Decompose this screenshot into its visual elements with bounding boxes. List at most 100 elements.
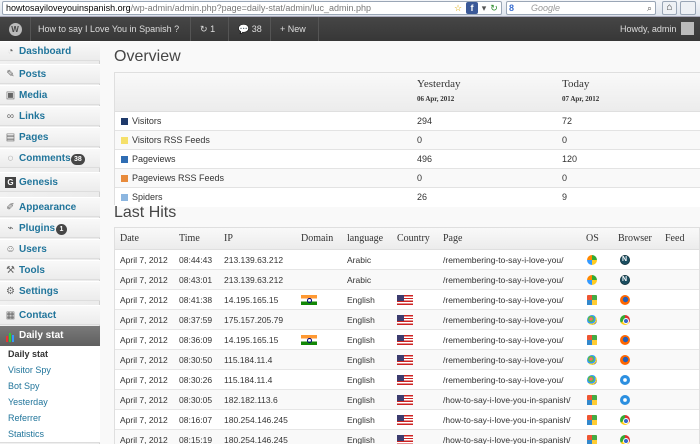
hit-page-link[interactable]: /how-to-say-i-love-you-in-spanish/ [443, 430, 571, 444]
divider [318, 17, 319, 41]
hit-language: English [347, 335, 375, 345]
sidebar-item-label: Posts [19, 69, 47, 80]
submenu-visitor-spy[interactable]: Visitor Spy [0, 362, 100, 378]
new-content-link[interactable]: + New [280, 17, 306, 41]
browser-toolbar: howtosayiloveyouinspanish.org/wp-admin/a… [0, 0, 700, 17]
wordpress-logo-icon[interactable]: W [6, 17, 24, 41]
updates-link[interactable]: ↻ 1 [200, 17, 215, 41]
submenu-referrer[interactable]: Referrer [0, 410, 100, 426]
magnifier-icon[interactable]: ⌕ [647, 2, 652, 14]
bar-chart-icon [5, 330, 16, 342]
search-input[interactable]: 8 Google ⌕ [506, 1, 656, 15]
site-title-link[interactable]: How to say I Love You in Spanish ? [38, 17, 179, 41]
sidebar-item-pages[interactable]: ▤ Pages [0, 127, 100, 147]
sidebar-item-users[interactable]: ☺ Users [0, 239, 100, 259]
sidebar-item-tools[interactable]: ⚒ Tools [0, 260, 100, 280]
country-flag-icon [397, 295, 413, 305]
submenu-daily-stat[interactable]: Daily stat [0, 346, 100, 362]
os-icon [587, 255, 597, 265]
hit-page-link[interactable]: /how-to-say-i-love-you-in-spanish/ [443, 390, 571, 410]
link-icon: ∞ [6, 111, 15, 122]
legend-swatch [121, 118, 128, 125]
hit-time: 08:16:07 [179, 415, 213, 425]
sidebar-item-settings[interactable]: ⚙ Settings [0, 281, 100, 301]
sidebar-item-appearance[interactable]: ✐ Appearance [0, 197, 100, 217]
sidebar-item-plugins[interactable]: ⌁ Plugins 1 [0, 218, 100, 238]
table-row: April 7, 2012 08:36:09 14.195.165.15 Englis… [115, 330, 699, 350]
hit-page-link[interactable]: /remembering-to-say-i-love-you/ [443, 330, 563, 350]
sidebar-item-comments[interactable]: ◌ Comments 38 [0, 148, 100, 168]
hit-time: 08:30:50 [179, 355, 213, 365]
sidebar-item-posts[interactable]: ✎ Posts [0, 64, 100, 84]
updates-icon: ↻ [200, 24, 208, 34]
col-page: Page [443, 233, 463, 244]
hit-date: April 7, 2012 [120, 355, 168, 365]
comments-count: 38 [251, 24, 262, 34]
submenu-bot-spy[interactable]: Bot Spy [0, 378, 100, 394]
new-label: New [287, 24, 306, 34]
sidebar-item-dashboard[interactable]: ◔ Dashboard [0, 41, 100, 61]
sidebar-item-genesis[interactable]: G Genesis [0, 172, 100, 192]
hit-date: April 7, 2012 [120, 395, 168, 405]
hit-date: April 7, 2012 [120, 295, 168, 305]
hit-date: April 7, 2012 [120, 335, 168, 345]
hit-page-link[interactable]: /how-to-say-i-love-you-in-spanish/ [443, 410, 571, 430]
hit-page-link[interactable]: /remembering-to-say-i-love-you/ [443, 310, 563, 330]
country-flag-icon [397, 315, 413, 325]
yesterday-value: 0 [417, 135, 423, 145]
today-header: Today [562, 78, 590, 90]
browser-icon [620, 375, 630, 385]
facebook-icon[interactable]: f [466, 2, 478, 14]
sidebar-item-links[interactable]: ∞ Links [0, 106, 100, 126]
table-row: April 7, 2012 08:16:07 180.254.146.245 Engl… [115, 410, 699, 430]
hit-page-link[interactable]: /remembering-to-say-i-love-you/ [443, 290, 563, 310]
overview-row: Pageviews 496 120 [115, 150, 700, 169]
hit-page-link[interactable]: /remembering-to-say-i-love-you/ [443, 350, 563, 370]
browser-icon [620, 295, 630, 305]
row-label: Pageviews [132, 154, 176, 164]
hit-date: April 7, 2012 [120, 255, 168, 265]
comments-link[interactable]: 💬 38 [238, 17, 262, 41]
account-menu[interactable]: Howdy, admin [620, 17, 676, 41]
hit-page-link[interactable]: /remembering-to-say-i-love-you/ [443, 250, 563, 270]
os-icon [587, 335, 597, 345]
hit-page-link[interactable]: /remembering-to-say-i-love-you/ [443, 370, 563, 390]
sidebar-item-contact[interactable]: ▦ Contact [0, 305, 100, 325]
users-icon: ☺ [5, 244, 16, 255]
home-icon[interactable]: ⌂ [662, 1, 677, 15]
row-label: Pageviews RSS Feeds [132, 173, 225, 183]
col-os: OS [586, 233, 599, 244]
hit-time: 08:15:19 [179, 435, 213, 444]
country-flag-icon [397, 395, 413, 405]
reload-icon[interactable]: ↻ [488, 2, 500, 14]
table-row: April 7, 2012 08:30:26 115.184.11.4 English… [115, 370, 699, 390]
sidebar-item-daily-stat[interactable]: Daily stat [0, 326, 100, 346]
os-icon [587, 295, 597, 305]
yesterday-value: 26 [417, 192, 428, 202]
today-value: 0 [562, 135, 568, 145]
avatar[interactable] [681, 22, 694, 35]
menu-button[interactable] [680, 1, 696, 15]
submenu-statistics[interactable]: Statistics [0, 426, 100, 442]
hit-date: April 7, 2012 [120, 275, 168, 285]
hit-language: English [347, 315, 375, 325]
sidebar-item-label: Media [19, 90, 48, 101]
hit-page-link[interactable]: /remembering-to-say-i-love-you/ [443, 270, 563, 290]
col-language: language [347, 233, 384, 244]
overview-header: Yesterday 06 Apr, 2012 Today 07 Apr, 201… [115, 73, 700, 112]
col-country: Country [397, 233, 430, 244]
hit-date: April 7, 2012 [120, 315, 168, 325]
address-bar[interactable]: howtosayiloveyouinspanish.org/wp-admin/a… [2, 1, 502, 15]
hit-ip: 180.254.146.245 [224, 435, 288, 444]
admin-bar: W How to say I Love You in Spanish ? ↻ 1… [0, 17, 700, 41]
sidebar-item-media[interactable]: ▣ Media [0, 85, 100, 105]
bookmark-star-icon[interactable]: ☆ [452, 2, 464, 14]
sidebar-item-label: Users [19, 244, 47, 255]
browser-icon [620, 435, 630, 444]
sidebar-item-label: Links [19, 111, 46, 122]
table-row: April 7, 2012 08:43:01 213.139.63.212 Arabi… [115, 270, 699, 290]
sidebar-item-label: Comments [19, 153, 71, 164]
plus-icon: + [280, 24, 286, 34]
submenu-yesterday[interactable]: Yesterday [0, 394, 100, 410]
main-content: Overview Yesterday 06 Apr, 2012 Today 07… [101, 41, 700, 444]
